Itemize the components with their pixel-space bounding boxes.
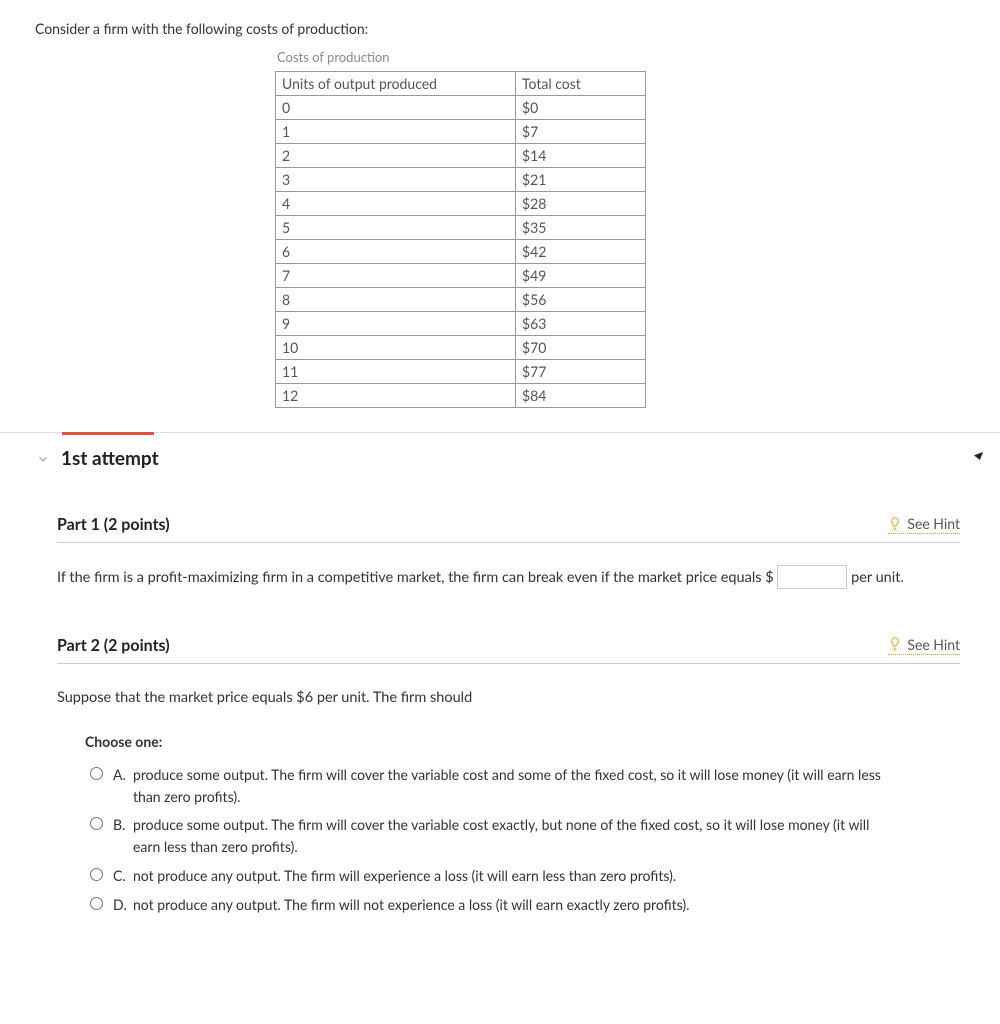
col-header-total: Total cost — [516, 72, 646, 96]
option-row[interactable]: B.produce some output. The firm will cov… — [85, 814, 960, 857]
option-row[interactable]: A.produce some output. The firm will cov… — [85, 764, 960, 807]
part1-text-after: per unit. — [851, 569, 904, 586]
table-cell: $35 — [516, 216, 646, 240]
part2-block: Part 2 (2 points) See Hint Suppose that … — [57, 636, 960, 916]
table-row: 1$7 — [276, 120, 646, 144]
part2-prompt: Suppose that the market price equals $6 … — [57, 686, 960, 711]
table-cell: $7 — [516, 120, 646, 144]
table-cell: $56 — [516, 288, 646, 312]
part2-title: Part 2 (2 points) — [57, 636, 170, 655]
option-letter: A. — [113, 764, 133, 786]
table-row: 2$14 — [276, 144, 646, 168]
table-cell: $28 — [516, 192, 646, 216]
table-row: 9$63 — [276, 312, 646, 336]
table-cell: 1 — [276, 120, 516, 144]
table-cell: 6 — [276, 240, 516, 264]
part1-body: If the firm is a profit-maximizing firm … — [57, 565, 960, 591]
option-letter: B. — [113, 814, 133, 836]
option-row[interactable]: C.not produce any output. The firm will … — [85, 865, 960, 887]
option-row[interactable]: D.not produce any output. The firm will … — [85, 894, 960, 916]
option-letter: D. — [113, 894, 133, 916]
table-header-row: Units of output produced Total cost — [276, 72, 646, 96]
table-cell: 11 — [276, 360, 516, 384]
table-row: 0$0 — [276, 96, 646, 120]
table-row: 3$21 — [276, 168, 646, 192]
option-text: produce some output. The firm will cover… — [133, 764, 893, 807]
table-cell: 7 — [276, 264, 516, 288]
option-radio[interactable] — [90, 817, 103, 830]
flag-icon[interactable] — [965, 449, 985, 472]
option-letter: C. — [113, 865, 133, 887]
table-cell: $0 — [516, 96, 646, 120]
table-row: 8$56 — [276, 288, 646, 312]
col-header-units: Units of output produced — [276, 72, 516, 96]
table-row: 5$35 — [276, 216, 646, 240]
lightbulb-icon — [888, 516, 902, 532]
see-hint-link[interactable]: See Hint — [888, 636, 960, 655]
hint-label: See Hint — [907, 636, 960, 653]
hint-label: See Hint — [907, 515, 960, 532]
lightbulb-icon — [888, 636, 902, 652]
table-cell: 0 — [276, 96, 516, 120]
table-row: 10$70 — [276, 336, 646, 360]
part1-text-before: If the firm is a profit-maximizing firm … — [57, 569, 774, 586]
table-cell: 8 — [276, 288, 516, 312]
table-row: 11$77 — [276, 360, 646, 384]
table-cell: $21 — [516, 168, 646, 192]
table-row: 4$28 — [276, 192, 646, 216]
attempt-title: 1st attempt — [61, 447, 159, 470]
table-cell: 3 — [276, 168, 516, 192]
table-cell: $70 — [516, 336, 646, 360]
attempt-active-indicator — [62, 432, 154, 435]
option-text: produce some output. The firm will cover… — [133, 814, 893, 857]
table-cell: $77 — [516, 360, 646, 384]
table-cell: 5 — [276, 216, 516, 240]
option-radio[interactable] — [90, 897, 103, 910]
table-cell: $14 — [516, 144, 646, 168]
table-cell: 10 — [276, 336, 516, 360]
choose-one-label: Choose one: — [85, 730, 960, 754]
see-hint-link[interactable]: See Hint — [888, 515, 960, 534]
table-cell: 4 — [276, 192, 516, 216]
table-row: 12$84 — [276, 384, 646, 408]
part1-block: Part 1 (2 points) See Hint If the firm i… — [57, 515, 960, 591]
chevron-down-icon[interactable] — [35, 451, 51, 467]
part1-title: Part 1 (2 points) — [57, 515, 170, 534]
table-cell: 9 — [276, 312, 516, 336]
price-input[interactable] — [777, 565, 847, 589]
table-row: 7$49 — [276, 264, 646, 288]
table-cell: $49 — [516, 264, 646, 288]
table-cell: 12 — [276, 384, 516, 408]
intro-text: Consider a firm with the following costs… — [35, 20, 965, 37]
option-radio[interactable] — [90, 767, 103, 780]
option-radio[interactable] — [90, 868, 103, 881]
table-cell: $63 — [516, 312, 646, 336]
table-row: 6$42 — [276, 240, 646, 264]
table-caption: Costs of production — [275, 49, 965, 65]
option-text: not produce any output. The firm will no… — [133, 894, 893, 916]
cost-table: Units of output produced Total cost 0$01… — [275, 71, 646, 408]
table-cell: $84 — [516, 384, 646, 408]
table-cell: $42 — [516, 240, 646, 264]
table-cell: 2 — [276, 144, 516, 168]
cost-table-wrap: Costs of production Units of output prod… — [275, 49, 965, 408]
option-text: not produce any output. The firm will ex… — [133, 865, 893, 887]
